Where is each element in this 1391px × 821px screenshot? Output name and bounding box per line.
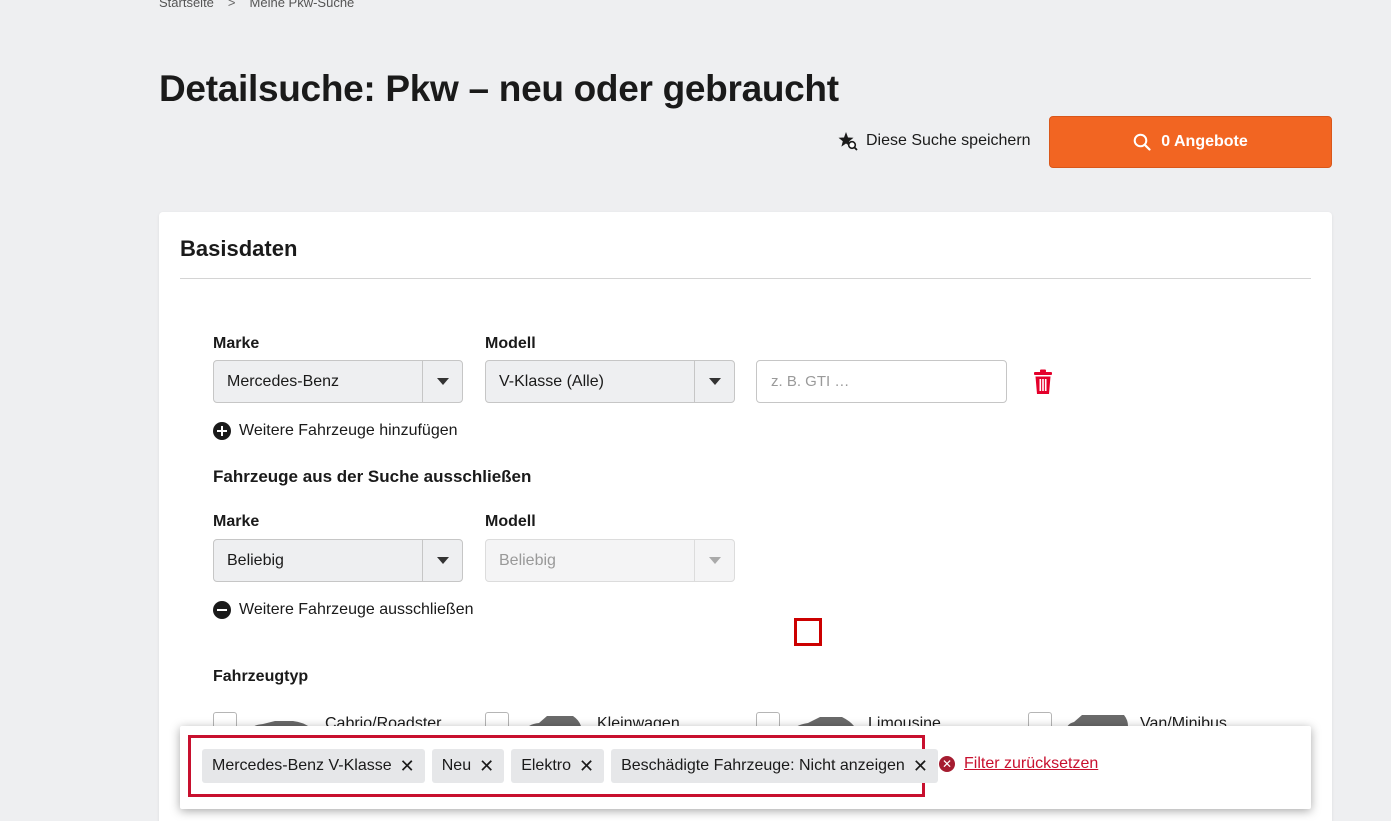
breadcrumb-separator: > (227, 0, 236, 10)
filter-chip-label: Beschädigte Fahrzeuge: Nicht anzeigen (621, 757, 905, 774)
filter-chip-label: Elektro (521, 757, 571, 774)
save-search-label: Diese Suche speichern (866, 132, 1031, 149)
add-vehicle-link[interactable]: Weitere Fahrzeuge hinzufügen (213, 422, 458, 440)
chevron-down-icon (422, 361, 462, 402)
active-filter-chips: Mercedes-Benz V-Klasse ✕ Neu ✕ Elektro ✕… (188, 735, 938, 797)
breadcrumb: Startseite > Meine Pkw-Suche (159, 0, 354, 10)
exclude-marke-select[interactable]: Beliebig (213, 539, 463, 582)
card-divider (180, 278, 1311, 279)
variant-input[interactable] (756, 360, 1007, 403)
minus-circle-icon (213, 601, 231, 619)
marke-select[interactable]: Mercedes-Benz (213, 360, 463, 403)
show-offers-button[interactable]: 0 Angebote (1049, 116, 1332, 168)
filter-chip-fuel[interactable]: Elektro ✕ (511, 749, 605, 783)
exclude-more-label: Weitere Fahrzeuge ausschließen (239, 601, 474, 618)
exclude-more-link[interactable]: Weitere Fahrzeuge ausschließen (213, 601, 474, 619)
marke-select-value: Mercedes-Benz (227, 372, 340, 390)
filter-chip-brand-model[interactable]: Mercedes-Benz V-Klasse ✕ (202, 749, 425, 783)
page-title: Detailsuche: Pkw – neu oder gebraucht (159, 68, 839, 109)
chevron-down-icon (694, 361, 734, 402)
filter-chip-condition[interactable]: Neu ✕ (431, 749, 505, 783)
plus-circle-icon (213, 422, 231, 440)
close-icon[interactable]: ✕ (579, 757, 594, 775)
modell-select[interactable]: V-Klasse (Alle) (485, 360, 735, 403)
reset-filters-link[interactable]: ✕ Filter zurücksetzen (939, 755, 1098, 773)
filter-chip-label: Neu (441, 757, 472, 774)
exclude-marke-value: Beliebig (227, 551, 284, 569)
close-icon[interactable]: ✕ (913, 757, 928, 775)
exclude-modell-value: Beliebig (499, 551, 556, 569)
add-vehicle-label: Weitere Fahrzeuge hinzufügen (239, 422, 458, 439)
filter-chip-label: Mercedes-Benz V-Klasse (212, 757, 392, 774)
close-icon[interactable]: ✕ (400, 757, 415, 775)
exclude-heading: Fahrzeuge aus der Suche ausschließen (213, 467, 532, 486)
search-icon (1133, 133, 1151, 151)
highlight-marker (794, 618, 822, 646)
trash-icon[interactable] (1032, 369, 1054, 395)
exclude-modell-select: Beliebig (485, 539, 735, 582)
active-filter-bar: Mercedes-Benz V-Klasse ✕ Neu ✕ Elektro ✕… (180, 726, 1311, 809)
filter-chip-damaged[interactable]: Beschädigte Fahrzeuge: Nicht anzeigen ✕ (611, 749, 938, 783)
modell-select-value: V-Klasse (Alle) (499, 372, 604, 390)
save-search-button[interactable]: Diese Suche speichern (838, 131, 1031, 151)
close-circle-icon: ✕ (939, 756, 955, 772)
chevron-down-icon (422, 540, 462, 581)
breadcrumb-home[interactable]: Startseite (159, 0, 214, 10)
vehicle-type-heading: Fahrzeugtyp (213, 668, 309, 685)
modell-label: Modell (485, 335, 536, 352)
reset-filters-label: Filter zurücksetzen (964, 755, 1099, 772)
exclude-marke-label: Marke (213, 513, 260, 530)
exclude-modell-label: Modell (485, 513, 536, 530)
close-icon[interactable]: ✕ (479, 757, 494, 775)
chevron-down-icon (694, 540, 734, 581)
breadcrumb-current[interactable]: Meine Pkw-Suche (250, 0, 355, 10)
star-search-icon (838, 132, 858, 151)
offers-count-label: 0 Angebote (1161, 133, 1248, 150)
card-title: Basisdaten (180, 236, 298, 261)
marke-label: Marke (213, 335, 260, 352)
